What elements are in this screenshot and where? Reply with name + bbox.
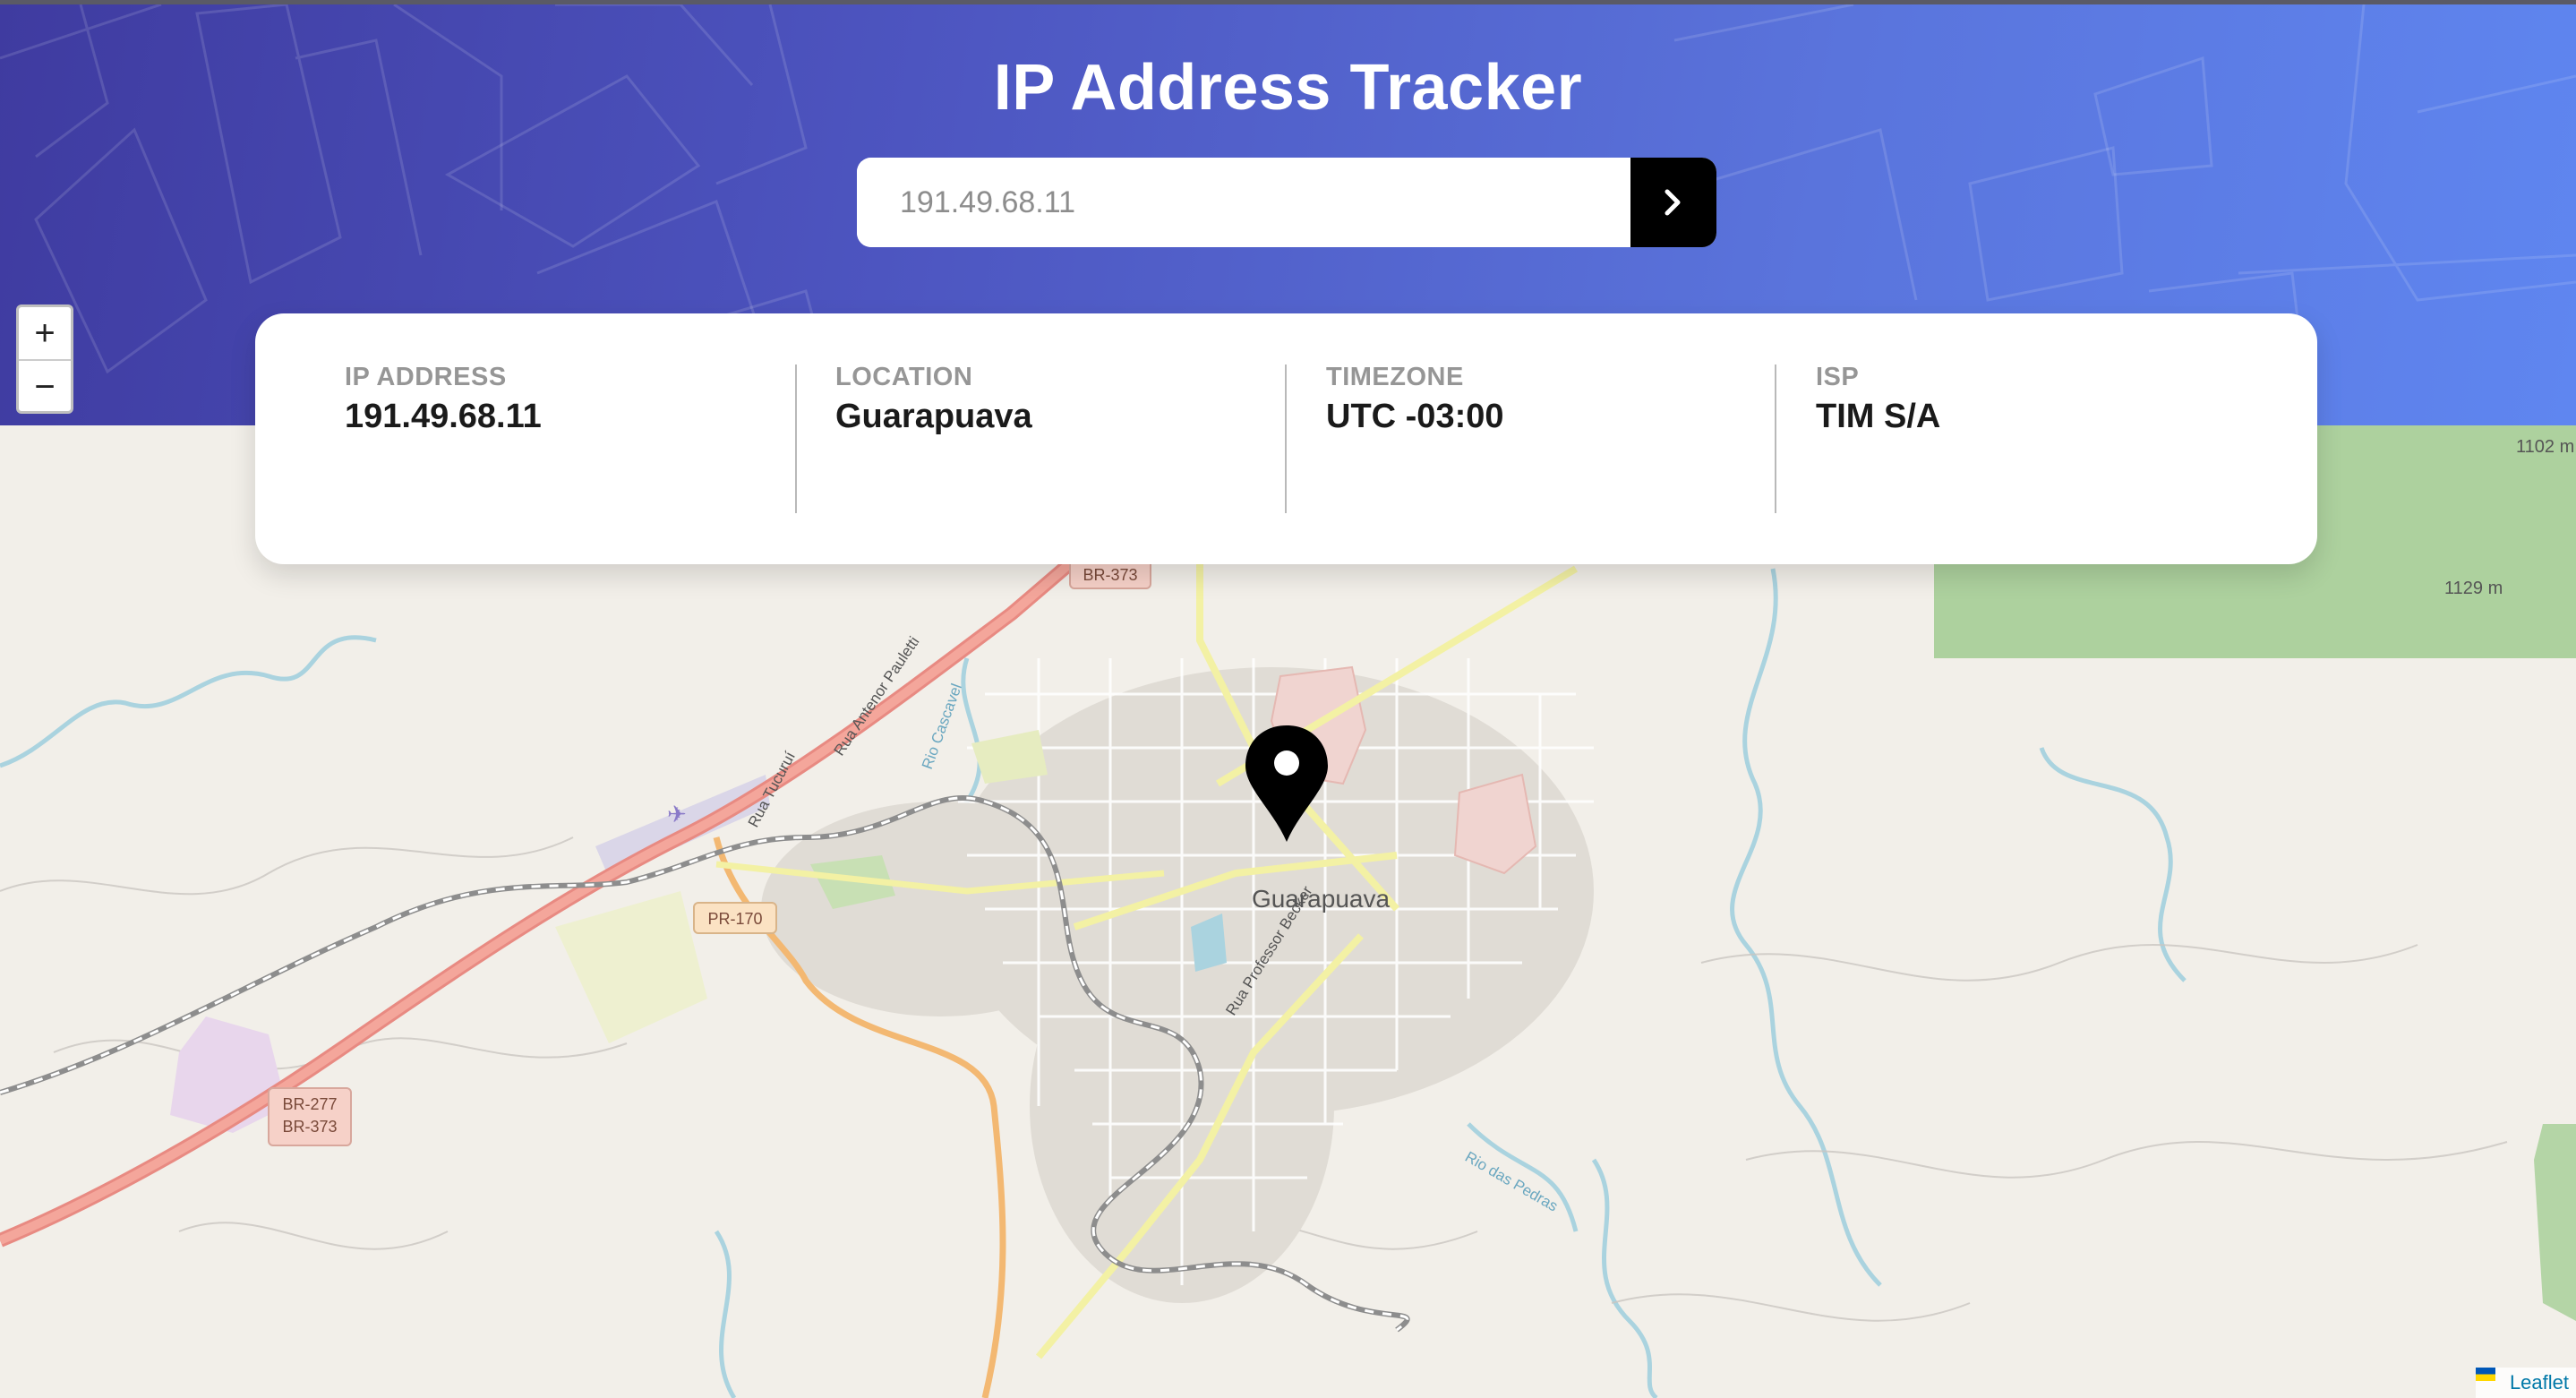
label-br373-top: BR-373 xyxy=(1083,566,1137,584)
isp-value: TIM S/A xyxy=(1816,398,1941,435)
label-pr170: PR-170 xyxy=(707,910,762,928)
search-submit-button[interactable] xyxy=(1630,158,1716,247)
map-tiles: BR-373 PR-170 BR-277 BR-373 Guarapuava 1… xyxy=(0,425,2576,1398)
info-ip: IP ADDRESS 191.49.68.11 xyxy=(345,363,542,436)
airport-icon: ✈ xyxy=(667,801,687,828)
info-timezone: TIMEZONE UTC -03:00 xyxy=(1326,363,1504,436)
zoom-in-button[interactable]: + xyxy=(19,307,71,361)
label-br373-bottom: BR-373 xyxy=(282,1118,337,1136)
zoom-control: + − xyxy=(16,304,73,414)
elevation-1: 1102 m xyxy=(2516,437,2574,457)
page-title: IP Address Tracker xyxy=(993,52,1583,124)
zoom-out-button[interactable]: − xyxy=(19,361,71,413)
info-location: LOCATION Guarapuava xyxy=(835,363,1032,436)
location-value: Guarapuava xyxy=(835,398,1032,435)
map-attribution[interactable]: Leaflet xyxy=(2475,1368,2576,1398)
attribution-link[interactable]: Leaflet xyxy=(2510,1371,2569,1394)
city-label: Guarapuava xyxy=(1252,885,1391,913)
location-label: LOCATION xyxy=(835,363,973,391)
info-isp: ISP TIM S/A xyxy=(1816,363,1940,436)
chevron-right-icon xyxy=(1665,189,1681,216)
timezone-label: TIMEZONE xyxy=(1326,363,1464,391)
ip-address-label: IP ADDRESS xyxy=(345,363,507,391)
timezone-value: UTC -03:00 xyxy=(1326,398,1504,435)
isp-label: ISP xyxy=(1816,363,1860,391)
divider xyxy=(1285,365,1287,513)
label-br277: BR-277 xyxy=(282,1095,337,1113)
map[interactable]: BR-373 PR-170 BR-277 BR-373 Guarapuava 1… xyxy=(0,425,2576,1398)
divider xyxy=(1775,365,1776,513)
flag-icon xyxy=(2475,1368,2504,1390)
info-card: IP ADDRESS 191.49.68.11 LOCATION Guarapu… xyxy=(255,313,2317,564)
ip-search-input[interactable] xyxy=(857,158,1630,247)
divider xyxy=(795,365,797,513)
search-bar xyxy=(857,158,1716,247)
ip-address-value: 191.49.68.11 xyxy=(345,398,542,435)
elevation-2: 1129 m xyxy=(2444,579,2503,598)
